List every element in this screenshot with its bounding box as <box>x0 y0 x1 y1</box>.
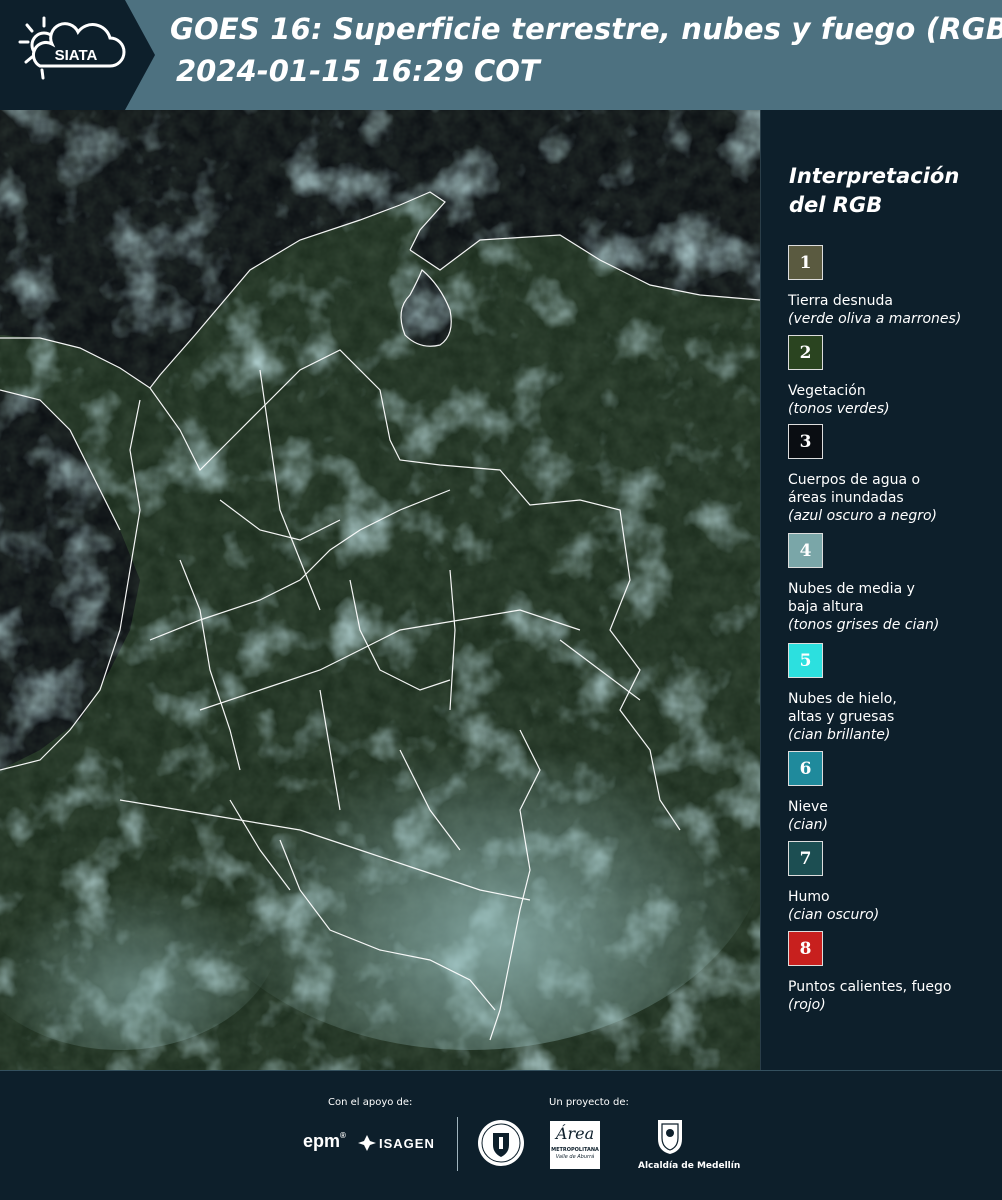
coat-of-arms-icon <box>658 1120 682 1154</box>
legend-item-note: (cian) <box>788 817 828 833</box>
legend-swatch: 1 <box>788 245 823 280</box>
legend-item-label: Humo <box>788 889 830 905</box>
legend-swatch: 8 <box>788 931 823 966</box>
legend-item-label: Nieve <box>788 799 828 815</box>
legend-item-note: (cian oscuro) <box>788 907 880 923</box>
legend-item-note: (tonos verdes) <box>788 401 890 417</box>
legend-swatch: 7 <box>788 841 823 876</box>
legend-title: Interpretación del RGB <box>789 164 960 217</box>
legend-item-vegetation: 2 Vegetación (tonos verdes) <box>788 335 998 418</box>
legend-item-label: Vegetación <box>788 383 866 399</box>
page-title: GOES 16: Superficie terrestre, nubes y f… <box>170 12 1002 46</box>
siata-logo-text: SIATA <box>55 47 98 64</box>
legend-item-low-clouds: 4 Nubes de media y baja altura (tonos gr… <box>788 533 998 634</box>
legend-item-water: 3 Cuerpos de agua o áreas inundadas (azu… <box>788 424 998 525</box>
legend-item-snow: 6 Nieve (cian) <box>788 751 998 834</box>
legend-item-smoke: 7 Humo (cian oscuro) <box>788 841 998 924</box>
legend-panel: Interpretación del RGB 1 Tierra desnuda … <box>760 110 1002 1070</box>
page-timestamp: 2024-01-15 16:29 COT <box>176 54 540 88</box>
legend-item-note: (rojo) <box>788 997 826 1013</box>
area-metropolitana-logo: Área METROPOLITANA Valle de Aburrá <box>550 1121 600 1169</box>
header-bar: SIATA GOES 16: Superficie terrestre, nub… <box>0 0 1002 110</box>
legend-item-ice-clouds: 5 Nubes de hielo, altas y gruesas (cian … <box>788 643 998 744</box>
legend-item-label: Puntos calientes, fuego <box>788 979 952 995</box>
legend-item-label: Nubes de media y baja altura <box>788 581 915 615</box>
legend-item-note: (cian brillante) <box>788 727 891 743</box>
legend-item-note: (azul oscuro a negro) <box>788 508 937 524</box>
epm-logo: epm® <box>303 1131 346 1151</box>
satellite-map[interactable] <box>0 110 760 1070</box>
footer-divider <box>457 1117 458 1171</box>
legend-item-label: Cuerpos de agua o áreas inundadas <box>788 472 921 506</box>
university-seal-icon <box>477 1119 525 1171</box>
legend-item-note: (tonos grises de cian) <box>788 617 940 633</box>
isagen-logo: ISAGEN <box>358 1135 435 1151</box>
isagen-icon <box>358 1135 376 1151</box>
legend-item-bare-soil: 1 Tierra desnuda (verde oliva a marrones… <box>788 245 998 328</box>
legend-swatch: 4 <box>788 533 823 568</box>
legend-item-fire: 8 Puntos calientes, fuego (rojo) <box>788 931 998 1014</box>
legend-swatch: 5 <box>788 643 823 678</box>
legend-item-note: (verde oliva a marrones) <box>788 311 962 327</box>
legend-item-label: Nubes de hielo, altas y gruesas <box>788 691 897 725</box>
alcaldia-medellin-logo: Alcaldía de Medellín <box>638 1117 740 1171</box>
legend-swatch: 3 <box>788 424 823 459</box>
footer-sponsors: Con el apoyo de: Un proyecto de: epm® IS… <box>0 1070 1002 1200</box>
siata-logo: SIATA <box>0 0 155 110</box>
legend-item-label: Tierra desnuda <box>788 293 893 309</box>
support-caption: Con el apoyo de: <box>328 1097 413 1108</box>
legend-swatch: 2 <box>788 335 823 370</box>
legend-swatch: 6 <box>788 751 823 786</box>
project-caption: Un proyecto de: <box>549 1097 629 1108</box>
